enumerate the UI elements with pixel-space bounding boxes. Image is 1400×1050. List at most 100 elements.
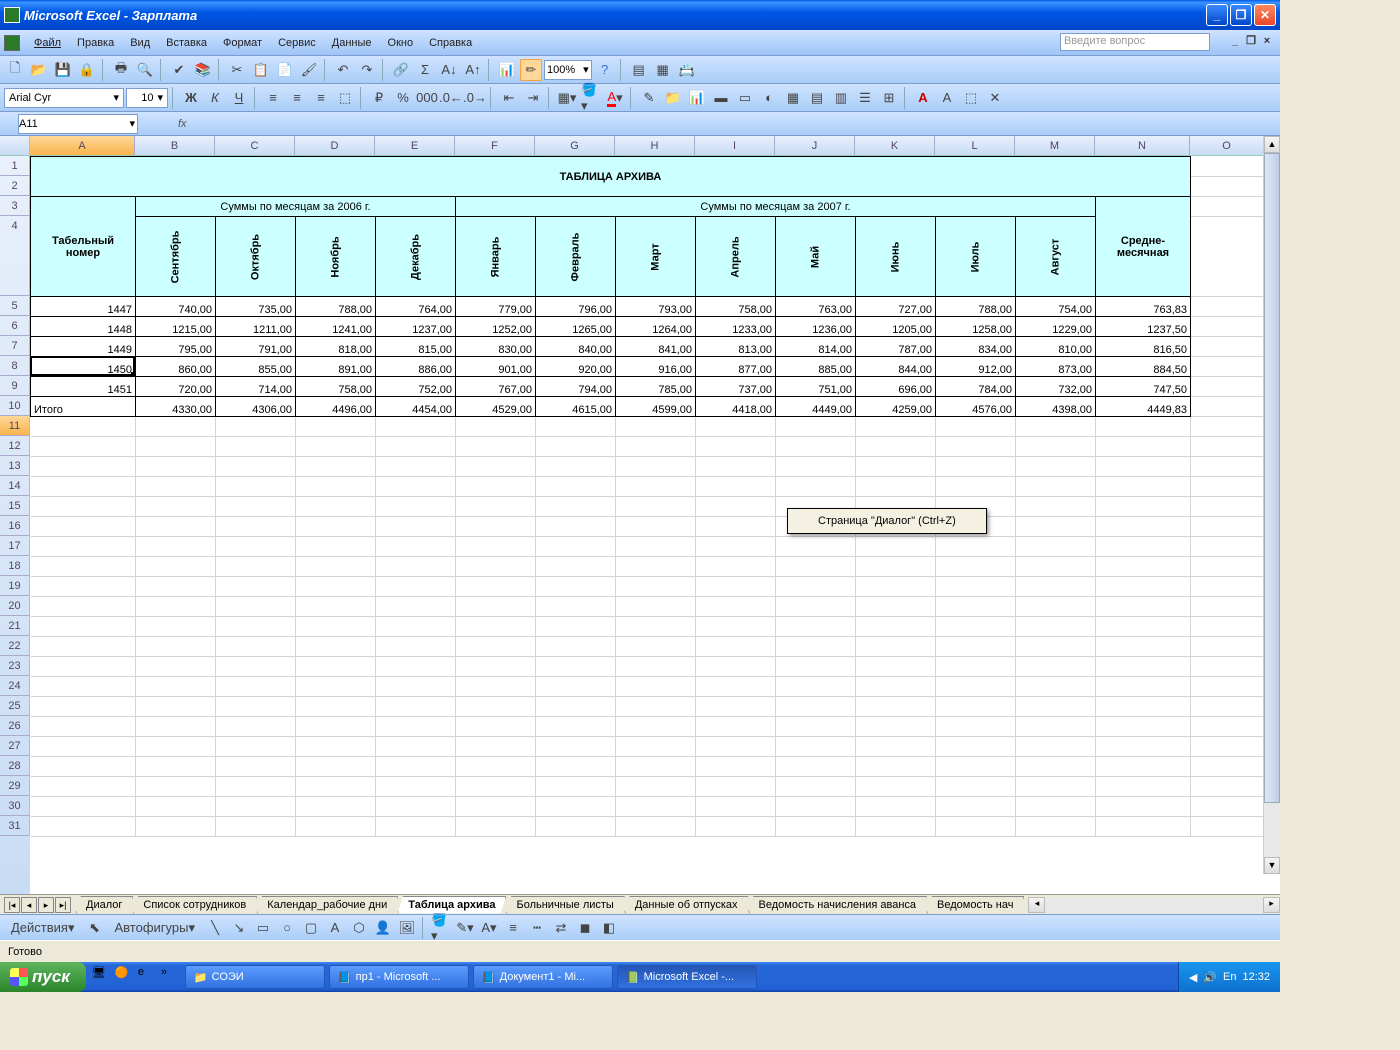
align-left-button[interactable]: ≡	[262, 87, 284, 109]
col-header-L[interactable]: L	[935, 136, 1015, 155]
fill-color-button[interactable]: 🪣▾	[580, 87, 602, 109]
arrow-button[interactable]: ↘	[228, 917, 250, 939]
menu-help[interactable]: Справка	[421, 34, 480, 52]
row-header-26[interactable]: 26	[0, 716, 30, 736]
col-header-N[interactable]: N	[1095, 136, 1190, 155]
permission-button[interactable]: 🔒	[76, 59, 98, 81]
row-header-27[interactable]: 27	[0, 736, 30, 756]
col-header-A[interactable]: A	[30, 136, 135, 155]
doc-close-button[interactable]: ×	[1260, 35, 1274, 49]
clipart-button[interactable]: 👤	[372, 917, 394, 939]
currency-button[interactable]: ₽	[368, 87, 390, 109]
tab-nav-1[interactable]: ◂	[21, 897, 37, 913]
row-header-19[interactable]: 19	[0, 576, 30, 596]
font-name-select[interactable]: Arial Cyr▾	[4, 88, 124, 108]
tray-lang[interactable]: En	[1223, 971, 1236, 983]
sort-asc-button[interactable]: A↓	[438, 59, 460, 81]
row-header-4[interactable]: 4	[0, 216, 30, 296]
open-button[interactable]: 📂	[28, 59, 50, 81]
horizontal-scrollbar[interactable]: ◂ ▸	[1028, 897, 1280, 913]
tb-extra11[interactable]: ⊞	[878, 87, 900, 109]
redo-button[interactable]: ↷	[356, 59, 378, 81]
ql-player-icon[interactable]: 🟠	[115, 966, 135, 988]
tb-extra4[interactable]: ▬	[710, 87, 732, 109]
custom3-button[interactable]: 📇	[676, 59, 698, 81]
row-header-8[interactable]: 8	[0, 356, 30, 376]
tab-nav-3[interactable]: ▸|	[55, 897, 71, 913]
row-header-9[interactable]: 9	[0, 376, 30, 396]
cut-button[interactable]: ✂	[226, 59, 248, 81]
row-header-24[interactable]: 24	[0, 676, 30, 696]
scroll-up-button[interactable]: ▲	[1264, 136, 1280, 153]
custom2-button[interactable]: ▦	[652, 59, 674, 81]
dec-decimal-button[interactable]: .0→	[464, 87, 486, 109]
row-header-14[interactable]: 14	[0, 476, 30, 496]
menu-view[interactable]: Вид	[122, 34, 158, 52]
sheet-tab-1[interactable]: Список сотрудников	[132, 896, 257, 914]
row-header-28[interactable]: 28	[0, 756, 30, 776]
col-header-M[interactable]: M	[1015, 136, 1095, 155]
menu-tools[interactable]: Сервис	[270, 34, 324, 52]
scroll-thumb[interactable]	[1264, 153, 1280, 803]
draw-actions-button[interactable]: Действия▾	[4, 917, 82, 939]
oval-button[interactable]: ○	[276, 917, 298, 939]
row-header-17[interactable]: 17	[0, 536, 30, 556]
bold-button[interactable]: Ж	[180, 87, 202, 109]
dec-indent-button[interactable]: ⇤	[498, 87, 520, 109]
font-size-select[interactable]: 10▾	[126, 88, 168, 108]
col-header-G[interactable]: G	[535, 136, 615, 155]
row-header-23[interactable]: 23	[0, 656, 30, 676]
ql-desktop-icon[interactable]: 🖥	[92, 966, 112, 988]
row-header-3[interactable]: 3	[0, 196, 30, 216]
menu-format[interactable]: Формат	[215, 34, 270, 52]
arrow-style-button[interactable]: ⇄	[550, 917, 572, 939]
taskbar-item-3[interactable]: 📗Microsoft Excel -...	[617, 965, 757, 989]
tb-extra2[interactable]: 📁	[662, 87, 684, 109]
align-center-button[interactable]: ≡	[286, 87, 308, 109]
row-header-12[interactable]: 12	[0, 436, 30, 456]
ql-more-icon[interactable]: »	[161, 966, 181, 988]
row-header-16[interactable]: 16	[0, 516, 30, 536]
row-header-31[interactable]: 31	[0, 816, 30, 836]
col-header-C[interactable]: C	[215, 136, 295, 155]
comma-button[interactable]: 000	[416, 87, 438, 109]
wordart-button[interactable]: A	[324, 917, 346, 939]
col-header-H[interactable]: H	[615, 136, 695, 155]
sheet-tab-5[interactable]: Данные об отпусках	[624, 896, 749, 914]
row-header-21[interactable]: 21	[0, 616, 30, 636]
tb-extra3[interactable]: 📊	[686, 87, 708, 109]
select-objects-button[interactable]: ⬉	[84, 917, 106, 939]
col-header-E[interactable]: E	[375, 136, 455, 155]
save-button[interactable]: 💾	[52, 59, 74, 81]
taskbar-item-2[interactable]: 📘Документ1 - Mi...	[473, 965, 613, 989]
name-box[interactable]: A11▾	[18, 114, 138, 134]
doc-restore-button[interactable]: ❐	[1244, 35, 1258, 49]
minimize-button[interactable]: _	[1206, 4, 1228, 26]
inc-decimal-button[interactable]: .0←	[440, 87, 462, 109]
menu-edit[interactable]: Правка	[69, 34, 122, 52]
spelling-button[interactable]: ✔	[168, 59, 190, 81]
col-header-J[interactable]: J	[775, 136, 855, 155]
row-header-18[interactable]: 18	[0, 556, 30, 576]
shadow-button[interactable]: ◼	[574, 917, 596, 939]
ask-question-input[interactable]: Введите вопрос	[1060, 33, 1210, 51]
tb-extra8[interactable]: ▤	[806, 87, 828, 109]
print-button[interactable]: 🖶	[110, 59, 132, 81]
custom1-button[interactable]: ▤	[628, 59, 650, 81]
select-all-corner[interactable]	[0, 136, 30, 155]
row-header-22[interactable]: 22	[0, 636, 30, 656]
sort-desc-button[interactable]: A↑	[462, 59, 484, 81]
col-header-D[interactable]: D	[295, 136, 375, 155]
vertical-scrollbar[interactable]: ▲ ▼	[1263, 136, 1280, 874]
tb-extra14[interactable]: ⬚	[960, 87, 982, 109]
chart-button[interactable]: 📊	[496, 59, 518, 81]
help-button[interactable]: ?	[594, 59, 616, 81]
taskbar-item-0[interactable]: 📁СОЭИ	[185, 965, 325, 989]
hscroll-left-button[interactable]: ◂	[1028, 897, 1045, 913]
line-button[interactable]: ╲	[204, 917, 226, 939]
col-header-O[interactable]: O	[1190, 136, 1264, 155]
col-header-I[interactable]: I	[695, 136, 775, 155]
tab-nav-2[interactable]: ▸	[38, 897, 54, 913]
row-header-13[interactable]: 13	[0, 456, 30, 476]
start-button[interactable]: пуск	[0, 962, 86, 992]
